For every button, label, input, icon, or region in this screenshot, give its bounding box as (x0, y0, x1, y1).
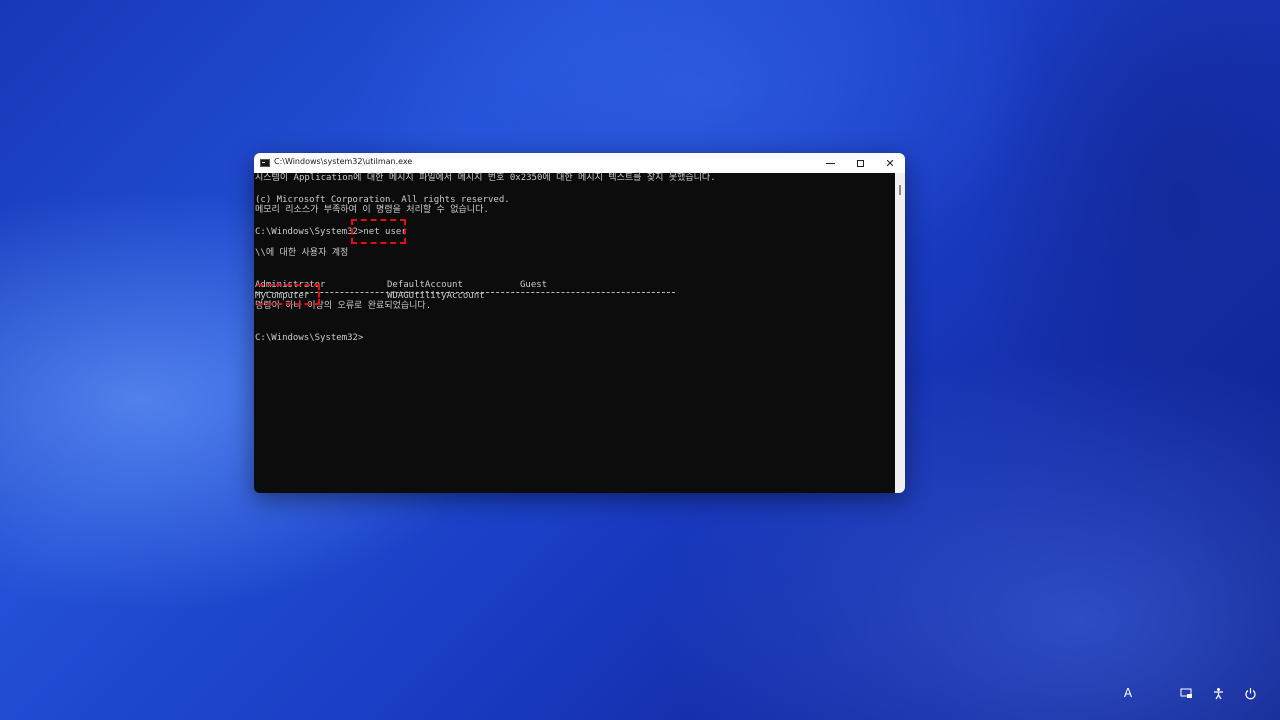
console-output[interactable]: 시스템이 Application에 대한 메시지 파일에서 메시지 번호 0x2… (254, 173, 895, 493)
console-line: (c) Microsoft Corporation. All rights re… (255, 195, 510, 205)
close-icon: ✕ (885, 156, 895, 170)
account-name: WDAGUtilityAccount (387, 291, 485, 301)
language-indicator[interactable]: A (1119, 684, 1137, 702)
highlight-net-user-command (351, 219, 406, 244)
account-name: Guest (520, 280, 548, 290)
console-line: 시스템이 Application에 대한 메시지 파일에서 메시지 번호 0x2… (255, 173, 716, 183)
accessibility-display-icon[interactable] (1177, 684, 1195, 702)
vertical-scrollbar[interactable] (895, 173, 905, 493)
console-line: 메모리 리소스가 부족하여 이 명령을 처리할 수 없습니다. (255, 205, 489, 215)
scrollbar-thumb[interactable] (899, 185, 901, 195)
console-prompt: C:\Windows\System32> (255, 333, 364, 343)
maximize-icon (856, 159, 864, 167)
power-icon[interactable] (1241, 684, 1259, 702)
highlight-mycomputer-account (254, 284, 320, 305)
minimize-icon (825, 162, 835, 164)
maximize-button[interactable] (845, 153, 875, 173)
account-name: DefaultAccount (387, 280, 463, 290)
window-title: C:\Windows\system32\utilman.exe (274, 157, 413, 166)
accessibility-icon[interactable] (1209, 684, 1227, 702)
minimize-button[interactable] (815, 153, 845, 173)
console-line: \\에 대한 사용자 계정 (255, 248, 349, 258)
command-prompt-window[interactable]: C:\Windows\system32\utilman.exe ✕ 시스템이 A… (254, 153, 905, 493)
cmd-app-icon (260, 159, 270, 167)
title-bar[interactable]: C:\Windows\system32\utilman.exe ✕ (254, 153, 905, 173)
close-button[interactable]: ✕ (875, 153, 905, 173)
